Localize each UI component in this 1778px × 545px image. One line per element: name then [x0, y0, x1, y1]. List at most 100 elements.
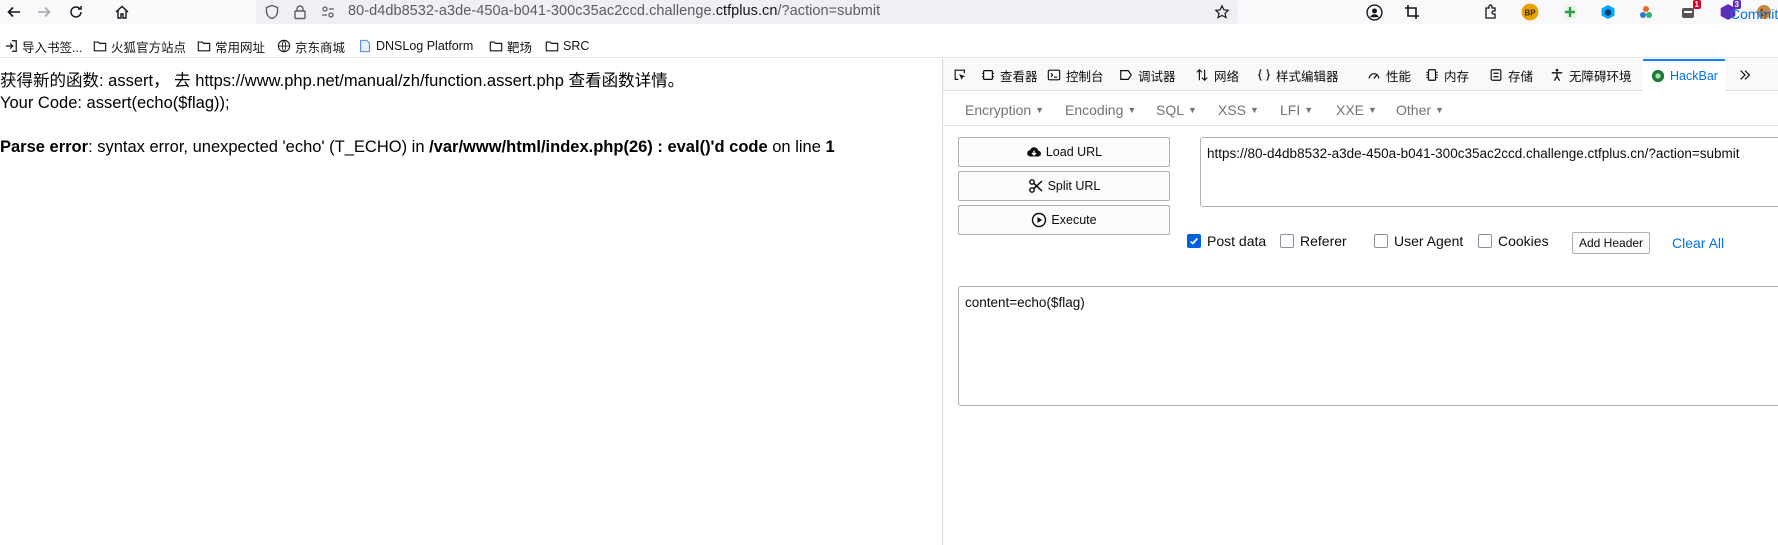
- bookmark-src[interactable]: SRC: [545, 38, 589, 54]
- menu-sql[interactable]: SQL ▼: [1156, 102, 1197, 118]
- badge-extension[interactable]: 1: [1678, 0, 1701, 22]
- post-data-input[interactable]: content=echo($flag): [958, 286, 1778, 406]
- account-button[interactable]: [1364, 2, 1384, 22]
- add-header-button[interactable]: Add Header: [1572, 232, 1651, 254]
- tab-memory[interactable]: 内存: [1425, 59, 1469, 91]
- tab-label: 性能: [1386, 69, 1412, 84]
- menu-xss[interactable]: XSS ▼: [1218, 102, 1259, 118]
- tab-hackbar[interactable]: HackBar: [1643, 59, 1725, 91]
- bookmark-label: 火狐官方站点: [111, 40, 187, 55]
- debugger-icon: [1120, 70, 1132, 80]
- menu-label: XXE: [1336, 102, 1365, 118]
- referer-option[interactable]: Referer: [1280, 233, 1347, 249]
- menu-encoding[interactable]: Encoding ▼: [1065, 102, 1136, 118]
- clear-all-link[interactable]: Clear All: [1672, 235, 1724, 251]
- permissions-icon[interactable]: [320, 4, 336, 20]
- forward-button[interactable]: [33, 1, 55, 23]
- plus-extension[interactable]: [1560, 2, 1580, 22]
- tab-performance[interactable]: 性能: [1367, 59, 1411, 91]
- menu-other[interactable]: Other ▼: [1396, 102, 1444, 118]
- tab-label: 查看器: [1000, 69, 1038, 84]
- bookmark-label: 常用网址: [215, 40, 266, 55]
- tab-debugger[interactable]: 调试器: [1119, 59, 1176, 91]
- commit-link[interactable]: Commit: [1730, 6, 1778, 22]
- shield-icon[interactable]: [264, 4, 280, 20]
- puzzle-icon: [1485, 4, 1496, 19]
- lock-icon[interactable]: [292, 4, 308, 20]
- burp-proxy-icon: BP: [1521, 3, 1539, 21]
- referer-checkbox[interactable]: [1280, 234, 1294, 248]
- menu-encryption[interactable]: Encryption ▼: [965, 102, 1044, 118]
- bookmark-firefox-site[interactable]: 火狐官方站点: [93, 38, 187, 55]
- cookies-checkbox[interactable]: [1478, 234, 1492, 248]
- button-label: Load URL: [1045, 145, 1103, 159]
- check-icon: [1190, 237, 1198, 245]
- bookmark-label: 靶场: [507, 40, 533, 55]
- bookmark-jd[interactable]: 京东商城: [277, 38, 346, 55]
- post-data-option[interactable]: Post data: [1187, 233, 1266, 249]
- url-text[interactable]: 80-d4db8532-a3de-450a-b041-300c35ac2ccd.…: [348, 3, 880, 19]
- user-agent-option[interactable]: User Agent: [1374, 233, 1463, 249]
- tab-network[interactable]: 网络: [1195, 59, 1239, 91]
- reload-button[interactable]: [65, 1, 87, 23]
- bookmark-common-sites[interactable]: 常用网址: [197, 38, 266, 55]
- extensions-button[interactable]: [1481, 2, 1501, 22]
- post-data-checkbox[interactable]: [1187, 234, 1201, 248]
- tab-accessibility[interactable]: 无障碍环境: [1550, 59, 1632, 91]
- button-label: Execute: [1051, 213, 1097, 227]
- address-bar[interactable]: 80-d4db8532-a3de-450a-b041-300c35ac2ccd.…: [256, 0, 1238, 24]
- bookmark-dnslog[interactable]: DNSLog Platform: [358, 38, 473, 54]
- pick-element-icon: [954, 69, 966, 80]
- devtools-tabbar: 查看器 控制台 调试器 网络 样式编辑器 性能 内存 存储 无障碍环境 Hack…: [943, 59, 1778, 91]
- cookies-option[interactable]: Cookies: [1478, 233, 1549, 249]
- arrow-left-icon: [7, 6, 20, 18]
- option-label: Referer: [1300, 233, 1347, 249]
- tab-storage[interactable]: 存储: [1489, 59, 1533, 91]
- tab-inspector[interactable]: 查看器: [981, 59, 1038, 91]
- menu-label: Other: [1396, 102, 1432, 118]
- error-file: /var/www/html/index.php(26) : eval()'d c…: [429, 138, 768, 156]
- tab-console[interactable]: 控制台: [1047, 59, 1104, 91]
- split-url-button[interactable]: Split URL: [958, 171, 1170, 201]
- inspector-icon: [981, 70, 995, 80]
- home-icon: [115, 5, 129, 19]
- option-label: User Agent: [1394, 233, 1464, 249]
- home-button[interactable]: [111, 1, 133, 23]
- arrow-right-icon: [38, 6, 51, 18]
- devtools-splitter[interactable]: [942, 59, 943, 545]
- star-icon[interactable]: [1214, 4, 1230, 20]
- menu-label: LFI: [1280, 102, 1301, 118]
- cube-extension[interactable]: [1598, 2, 1618, 22]
- tab-pick-element[interactable]: [953, 59, 972, 91]
- url-domain: ctfplus.cn: [715, 3, 778, 19]
- menu-lfi[interactable]: LFI ▼: [1280, 102, 1313, 118]
- play-icon: [1032, 212, 1047, 228]
- gear-extension[interactable]: [1636, 2, 1656, 22]
- accessibility-icon: [1551, 68, 1563, 82]
- folder-icon: [545, 41, 559, 52]
- import-icon: [5, 40, 17, 52]
- url-input[interactable]: https://80-d4db8532-a3de-450a-b041-300c3…: [1200, 137, 1778, 207]
- bookmark-import[interactable]: 导入书签...: [4, 38, 82, 55]
- bookmark-label: 京东商城: [295, 40, 346, 55]
- tab-style-editor[interactable]: 样式编辑器: [1257, 59, 1339, 91]
- folder-icon: [93, 41, 107, 52]
- back-button[interactable]: [3, 1, 25, 23]
- browser-toolbar: 80-d4db8532-a3de-450a-b041-300c35ac2ccd.…: [0, 0, 1778, 24]
- function-hint: 获得新的函数: assert， 去 https://www.php.net/ma…: [0, 72, 685, 90]
- cloud-download-icon: [1026, 147, 1041, 157]
- bookmark-range[interactable]: 靶场: [489, 38, 533, 55]
- execute-button[interactable]: Execute: [958, 205, 1170, 235]
- tab-label: 内存: [1444, 69, 1470, 84]
- plus-extension-icon: [1563, 5, 1577, 19]
- bookmark-label: DNSLog Platform: [376, 39, 474, 53]
- error-on-line: on line: [767, 138, 826, 156]
- screenshot-button[interactable]: [1402, 2, 1422, 22]
- tab-label: 网络: [1214, 69, 1240, 84]
- more-tabs-button[interactable]: [1738, 59, 1757, 91]
- url-suffix: /?action=submit: [777, 3, 881, 19]
- user-agent-checkbox[interactable]: [1374, 234, 1388, 248]
- burp-extension[interactable]: BP: [1520, 2, 1540, 22]
- load-url-button[interactable]: Load URL: [958, 137, 1170, 167]
- menu-xxe[interactable]: XXE ▼: [1336, 102, 1377, 118]
